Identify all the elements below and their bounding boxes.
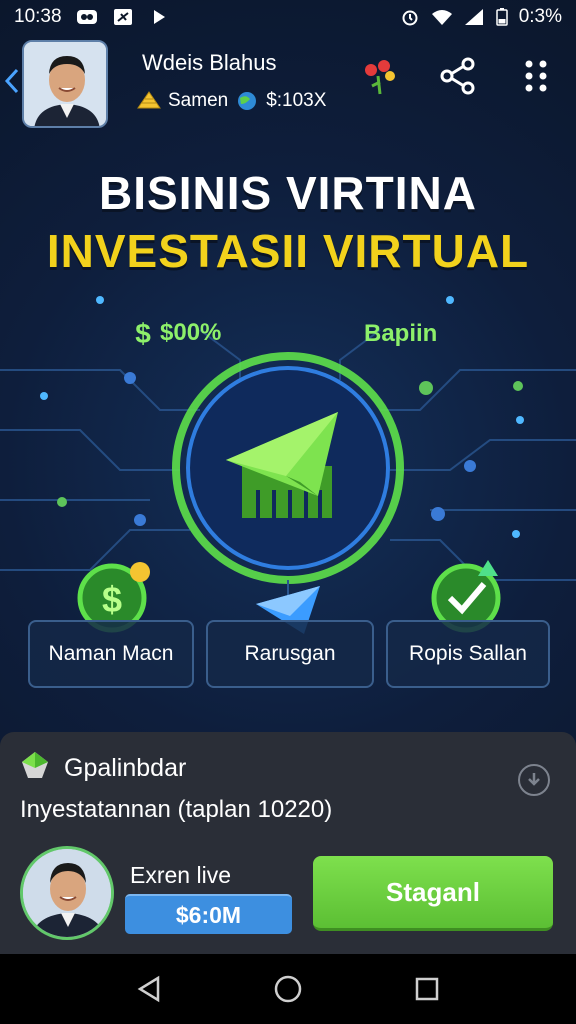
feature-card-3-label: Ropis Sallan xyxy=(409,642,527,665)
status-time: 10:38 xyxy=(14,6,62,27)
balance-value: $:103X xyxy=(266,90,327,111)
gift-icon xyxy=(365,60,395,95)
svg-text:$: $ xyxy=(135,318,151,348)
signal-icon xyxy=(464,9,483,25)
share-icon xyxy=(440,57,475,95)
host-avatar[interactable] xyxy=(20,846,114,940)
feature-card-2[interactable]: Rarusgan xyxy=(206,620,374,688)
hero-title-line1: BISINIS VIRTINA xyxy=(99,167,477,219)
menu-button[interactable] xyxy=(514,54,558,98)
avatar[interactable] xyxy=(22,40,108,128)
download-icon xyxy=(528,773,540,786)
app-screen: 10:38 0:3% Wdeis Blahus Samen $:103X BIS… xyxy=(0,0,576,1024)
header-actions xyxy=(358,54,558,98)
svg-text:$: $ xyxy=(102,579,122,620)
back-icon[interactable] xyxy=(2,66,22,96)
user-stats: Samen $:103X xyxy=(136,90,326,112)
panel-title: Gpalinbdar xyxy=(64,754,187,782)
gem-icon xyxy=(22,752,48,778)
nav-recents-button[interactable] xyxy=(407,969,447,1009)
grid-menu-icon xyxy=(525,60,547,92)
alarm-icon xyxy=(402,10,418,26)
level-label: Samen xyxy=(168,90,229,111)
nav-back-button[interactable] xyxy=(129,969,169,1009)
media-icon xyxy=(76,10,97,24)
profile-header: Wdeis Blahus Samen $:103X xyxy=(0,34,576,134)
feature-card-1-label: Naman Macn xyxy=(48,642,174,665)
back-nav-icon xyxy=(137,975,160,1003)
status-bar: 10:38 0:3% xyxy=(0,0,576,34)
investment-panel: Gpalinbdar Inyestatannan (taplan 10220) … xyxy=(0,732,576,954)
start-button[interactable]: Staganl xyxy=(313,856,553,931)
percent-badge: $ $00% xyxy=(130,318,221,348)
share-button[interactable] xyxy=(436,54,480,98)
feature-card-1[interactable]: Naman Macn xyxy=(28,620,194,688)
download-button[interactable] xyxy=(518,764,550,796)
feature-card-3[interactable]: Ropis Sallan xyxy=(386,620,550,688)
globe-icon xyxy=(238,92,257,110)
user-name: Wdeis Blahus xyxy=(142,50,277,75)
gift-button[interactable] xyxy=(358,54,402,98)
live-label: Exren live xyxy=(130,862,231,888)
dollar-icon: $ xyxy=(135,318,151,348)
battery-level: 0:3% xyxy=(518,6,562,27)
recents-nav-icon xyxy=(415,977,438,1001)
price-badge: $6:0M xyxy=(125,894,292,934)
system-nav-bar xyxy=(0,954,576,1024)
airplane-icon xyxy=(113,9,132,25)
right-badge-label: Bapiin xyxy=(364,320,438,347)
play-icon xyxy=(153,10,165,24)
panel-subtitle: Inyestatannan (taplan 10220) xyxy=(20,796,333,823)
nav-home-button[interactable] xyxy=(268,969,308,1009)
gold-icon xyxy=(137,91,161,109)
percent-badge-label: $00% xyxy=(160,319,222,346)
feature-card-2-label: Rarusgan xyxy=(244,642,336,665)
wifi-icon xyxy=(431,10,452,25)
home-nav-icon xyxy=(274,975,302,1003)
battery-icon xyxy=(495,8,508,26)
